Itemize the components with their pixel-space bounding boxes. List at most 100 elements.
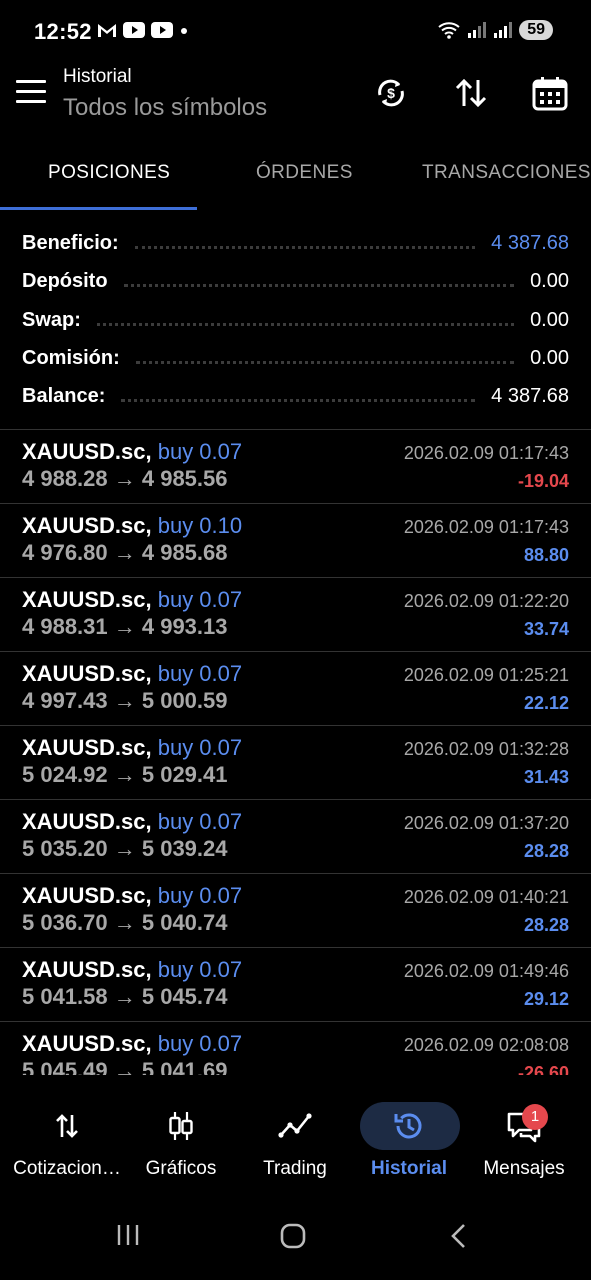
trade-time: 2026.02.09 01:22:20	[403, 591, 569, 611]
trade-side: buy 0.07	[157, 883, 243, 908]
row-divider	[0, 503, 591, 504]
summary-label: Swap:	[22, 308, 81, 331]
hamburger-icon	[16, 80, 46, 83]
trade-profit: 28.28	[523, 841, 569, 861]
signal-icon	[468, 22, 487, 38]
system-status-icons: 59	[437, 20, 553, 40]
summary-value: 0.00	[530, 308, 569, 331]
summary-value: 0.00	[530, 269, 569, 292]
table-row[interactable]: XAUUSD.sc, buy 0.10 4 976.80 → 4 985.68 …	[0, 503, 591, 577]
trade-symbol: XAUUSD.sc, buy 0.07	[22, 439, 243, 464]
summary-value: 4 387.68	[491, 384, 569, 407]
tab-orders[interactable]: ÓRDENES	[256, 162, 353, 184]
recent-apps-button[interactable]	[115, 1222, 141, 1253]
trade-prices: 5 024.92 → 5 029.41	[22, 762, 228, 787]
summary-label: Depósito	[22, 269, 108, 292]
nav-messages[interactable]: Mensajes	[465, 1088, 583, 1200]
trade-time: 2026.02.09 01:40:21	[403, 887, 569, 907]
notification-icons	[96, 21, 190, 39]
row-divider	[0, 799, 591, 800]
table-row[interactable]: XAUUSD.sc, buy 0.07 5 035.20 → 5 039.24 …	[0, 799, 591, 873]
trade-side: buy 0.07	[157, 1031, 243, 1056]
summary-swap-row: Swap: 0.00	[22, 305, 569, 335]
summary-commission-row: Comisión: 0.00	[22, 343, 569, 373]
trade-prices: 5 041.58 → 5 045.74	[22, 984, 228, 1009]
dot-leader	[134, 245, 476, 249]
trade-side: buy 0.07	[157, 439, 243, 464]
sort-button[interactable]	[448, 70, 494, 116]
trade-time: 2026.02.09 01:32:28	[403, 739, 569, 759]
tab-positions[interactable]: POSICIONES	[48, 162, 170, 184]
nav-quotes[interactable]: Cotizacion…	[8, 1088, 126, 1200]
calendar-icon	[532, 77, 568, 111]
row-divider	[0, 725, 591, 726]
currency-exchange-button[interactable]: $	[368, 70, 414, 116]
trade-time: 2026.02.09 01:17:43	[403, 443, 569, 463]
nav-trading[interactable]: Trading	[236, 1088, 354, 1200]
trade-time: 2026.02.09 01:37:20	[403, 813, 569, 833]
back-icon	[451, 1224, 465, 1248]
trade-time: 2026.02.09 01:49:46	[403, 961, 569, 981]
nav-label: Historial	[370, 1158, 448, 1179]
home-button[interactable]	[279, 1222, 307, 1255]
gmail-icon	[98, 24, 116, 37]
nav-label: Cotizacion…	[13, 1158, 121, 1179]
summary-label: Comisión:	[22, 346, 120, 369]
trade-prices: 4 997.43 → 5 000.59	[22, 688, 228, 713]
trade-profit: 33.74	[523, 619, 569, 639]
dot-leader	[123, 283, 515, 287]
page-title: Historial	[63, 66, 132, 87]
trade-side: buy 0.07	[157, 661, 243, 686]
table-row[interactable]: XAUUSD.sc, buy 0.07 5 045.49 → 5 041.69 …	[0, 1021, 591, 1075]
nav-label: Gráficos	[145, 1158, 217, 1179]
trade-symbol: XAUUSD.sc, buy 0.10	[22, 513, 243, 538]
back-button[interactable]	[448, 1222, 470, 1255]
trade-side: buy 0.07	[157, 735, 243, 760]
tab-transactions[interactable]: TRANSACCIONES	[422, 162, 591, 184]
trade-prices: 5 035.20 → 5 039.24	[22, 836, 228, 861]
wifi-icon	[438, 22, 460, 39]
currency-refresh-icon: $	[378, 79, 404, 107]
dot-icon	[181, 28, 187, 34]
positions-list[interactable]: XAUUSD.sc, buy 0.07 4 988.28 → 4 985.56 …	[0, 429, 591, 1075]
trade-side: buy 0.07	[157, 809, 243, 834]
nav-history[interactable]: Historial	[350, 1088, 468, 1200]
dot-leader	[135, 360, 515, 364]
calendar-button[interactable]	[527, 70, 573, 116]
messages-badge: 1	[522, 1104, 548, 1130]
dot-leader	[121, 398, 476, 402]
sort-arrows-icon	[455, 78, 487, 108]
status-time: 12:52	[34, 19, 92, 44]
table-row[interactable]: XAUUSD.sc, buy 0.07 4 988.28 → 4 985.56 …	[0, 429, 591, 503]
recent-apps-icon	[117, 1225, 139, 1245]
row-divider	[0, 429, 591, 430]
summary-label: Balance:	[22, 384, 106, 407]
row-divider	[0, 651, 591, 652]
trade-symbol: XAUUSD.sc, buy 0.07	[22, 809, 243, 834]
menu-button[interactable]	[16, 80, 46, 104]
youtube-icon	[151, 22, 173, 38]
trade-profit: -19.04	[517, 471, 569, 491]
trade-prices: 5 045.49 → 5 041.69	[22, 1058, 228, 1075]
trade-prices: 4 988.31 → 4 993.13	[22, 614, 228, 639]
trade-symbol: XAUUSD.sc, buy 0.07	[22, 735, 243, 760]
table-row[interactable]: XAUUSD.sc, buy 0.07 5 041.58 → 5 045.74 …	[0, 947, 591, 1021]
trade-symbol: XAUUSD.sc, buy 0.07	[22, 957, 243, 982]
row-divider	[0, 577, 591, 578]
quotes-arrows-icon	[56, 1114, 78, 1138]
trade-side: buy 0.07	[157, 587, 243, 612]
symbol-filter[interactable]: Todos los símbolos	[63, 94, 267, 122]
summary-deposit-row: Depósito 0.00	[22, 266, 569, 296]
active-tab-indicator	[0, 207, 197, 210]
youtube-icon	[123, 22, 145, 38]
table-row[interactable]: XAUUSD.sc, buy 0.07 5 036.70 → 5 040.74 …	[0, 873, 591, 947]
trade-symbol: XAUUSD.sc, buy 0.07	[22, 1031, 243, 1056]
nav-charts[interactable]: Gráficos	[122, 1088, 240, 1200]
table-row[interactable]: XAUUSD.sc, buy 0.07 5 024.92 → 5 029.41 …	[0, 725, 591, 799]
nav-label: Mensajes	[483, 1158, 565, 1179]
battery-indicator: 59	[519, 20, 553, 40]
table-row[interactable]: XAUUSD.sc, buy 0.07 4 997.43 → 5 000.59 …	[0, 651, 591, 725]
dot-leader	[96, 322, 515, 326]
row-divider	[0, 1021, 591, 1022]
table-row[interactable]: XAUUSD.sc, buy 0.07 4 988.31 → 4 993.13 …	[0, 577, 591, 651]
